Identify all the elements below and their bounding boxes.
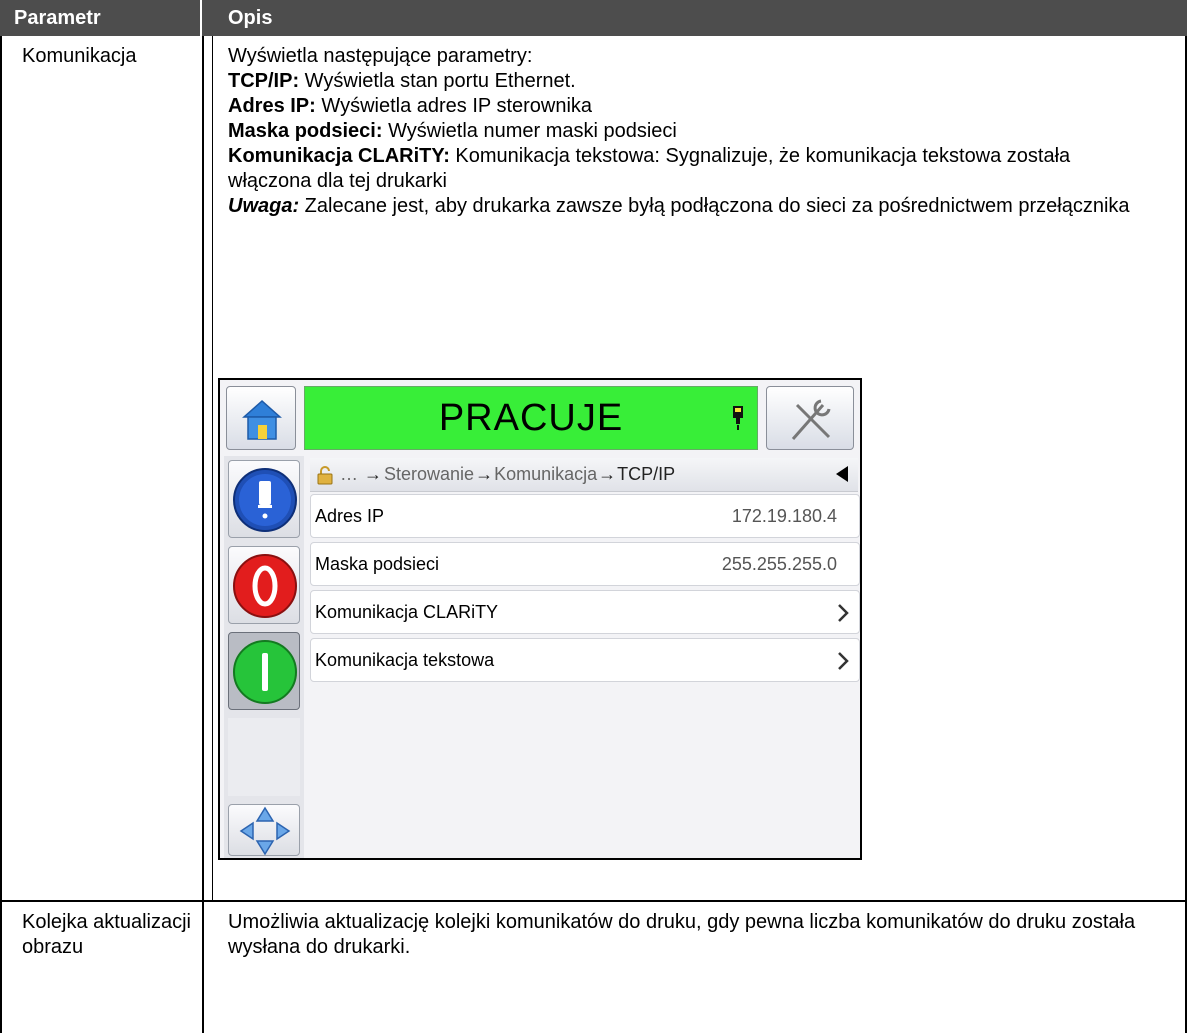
breadcrumb: … → Sterowanie → Komunikacja → TCP/IP <box>310 458 858 492</box>
setting-row-clarity[interactable]: Komunikacja CLARiTY <box>310 590 860 634</box>
param-name: Kolejka aktualizacji obrazu <box>22 911 191 958</box>
row-divider <box>0 900 1187 902</box>
setting-label: Maska podsieci <box>315 553 440 574</box>
side-toolbar <box>224 456 304 858</box>
description-item: Maska podsieci: Wyświetla numer maski po… <box>228 120 677 142</box>
table-column-divider <box>202 36 204 1033</box>
breadcrumb-item[interactable]: Komunikacja <box>494 464 597 485</box>
status-text: PRACUJE <box>438 396 624 439</box>
setting-row-ip[interactable]: Adres IP 172.19.180.4 <box>310 494 860 538</box>
back-icon[interactable] <box>836 466 848 482</box>
navigate-button[interactable] <box>228 804 300 856</box>
breadcrumb-item[interactable]: Sterowanie <box>384 464 474 485</box>
stop-icon <box>233 554 297 618</box>
cell-inner-border <box>212 36 213 902</box>
column-header-desc: Opis <box>202 0 1187 36</box>
column-header-param: Parametr <box>0 0 202 36</box>
printhead-icon <box>733 406 743 430</box>
description-intro: Wyświetla następujące parametry: <box>228 45 533 67</box>
breadcrumb-prefix: … <box>340 464 358 484</box>
setting-row-text-comm[interactable]: Komunikacja tekstowa <box>310 638 860 682</box>
param-description: Umożliwia aktualizację kolejki komunikat… <box>228 911 1136 958</box>
setting-value: 172.19.180.4 <box>731 505 837 526</box>
breadcrumb-current: TCP/IP <box>617 464 676 484</box>
start-icon <box>233 640 297 704</box>
description-note: Uwaga: Zalecane jest, aby drukarka zawsz… <box>228 195 1130 217</box>
setting-value: 255.255.255.0 <box>721 553 837 574</box>
setting-row-subnet[interactable]: Maska podsieci 255.255.255.0 <box>310 542 860 586</box>
chevron-right-icon <box>838 652 849 670</box>
param-description: Wyświetla następujące parametry: TCP/IP:… <box>228 44 1158 219</box>
status-bar: PRACUJE <box>304 386 758 450</box>
description-item: TCP/IP: Wyświetla stan portu Ethernet. <box>228 70 576 92</box>
lock-icon <box>317 465 333 484</box>
breadcrumb-arrow: → <box>364 464 382 484</box>
stop-button[interactable] <box>228 546 300 624</box>
breadcrumb-arrow: → <box>475 464 494 484</box>
device-screen: PRACUJE … → Sterowanie → Komunikacja → T… <box>218 378 862 860</box>
setting-label: Komunikacja tekstowa <box>315 649 495 670</box>
tools-button[interactable] <box>766 386 854 450</box>
breadcrumb-arrow: → <box>598 464 617 484</box>
description-item: Adres IP: Wyświetla adres IP sterownika <box>228 95 593 117</box>
setting-label: Komunikacja CLARiTY <box>315 601 499 622</box>
ink-button[interactable] <box>228 460 300 538</box>
start-button[interactable] <box>228 632 300 710</box>
home-button[interactable] <box>226 386 296 450</box>
tools-icon <box>791 399 831 440</box>
setting-label: Adres IP <box>315 505 385 526</box>
description-item: Komunikacja CLARiTY: Komunikacja tekstow… <box>228 145 1071 192</box>
param-name: Komunikacja <box>22 45 137 67</box>
ink-bottle-icon <box>233 468 297 532</box>
navigate-icon <box>239 806 291 856</box>
parameter-table: Parametr Opis Komunikacja Wyświetla nast… <box>0 0 1187 1033</box>
empty-slot <box>228 718 300 796</box>
chevron-right-icon <box>838 604 849 622</box>
home-icon <box>242 399 282 440</box>
table-border-left <box>0 36 2 1033</box>
